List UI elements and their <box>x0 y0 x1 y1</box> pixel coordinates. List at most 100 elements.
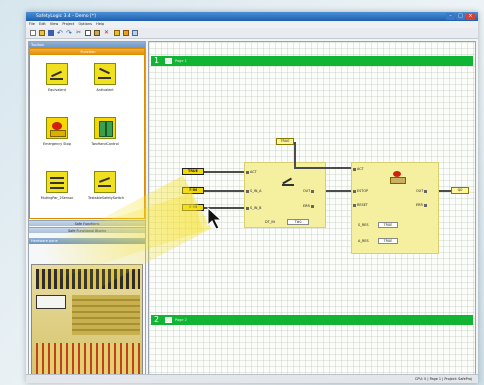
maximize-button[interactable]: □ <box>456 13 465 20</box>
new-icon[interactable] <box>30 30 36 36</box>
status-bar: CPU: 0 | Page 1 | Project: SafeProj <box>26 374 478 383</box>
function-label: MutingPar_2Sensor <box>40 196 74 200</box>
pin-label: ERR <box>416 203 423 207</box>
function-item-equivalent[interactable]: Equivalent <box>40 63 74 107</box>
page-1-header[interactable]: 1 Page 1 <box>151 56 473 66</box>
function-label: Emergency Stop <box>43 142 71 146</box>
pin-in: S_IN_B <box>245 206 261 210</box>
function-block-2[interactable]: ACT ESTOP RESET OUT ERR S_RES TRUE A_RES… <box>351 162 439 254</box>
terminal-strip <box>36 269 140 289</box>
function-label: Equivalent <box>48 88 66 92</box>
function-item-muting[interactable]: MutingPar_2Sensor <box>40 171 74 215</box>
page-name: Page 1 <box>175 59 187 63</box>
param-value-field[interactable]: TRUE <box>378 238 398 244</box>
open-icon[interactable] <box>39 30 45 36</box>
menu-edit[interactable]: Edit <box>39 22 46 26</box>
page-2-header[interactable]: 2 Page 2 <box>151 315 473 325</box>
function-label: TwoHandControl <box>91 142 119 146</box>
undo-icon[interactable]: ↶ <box>57 30 63 37</box>
page-icon <box>165 317 172 323</box>
tab-safe-functional-blocks[interactable]: Safe Functional Blocks <box>29 227 145 233</box>
function-library: Function Equivalent Antivalent Emergency… <box>29 48 145 219</box>
wire <box>294 167 351 169</box>
page-icon <box>165 58 172 64</box>
page-number: 1 <box>154 56 160 65</box>
copy-icon[interactable] <box>85 30 91 36</box>
title-bar: SafetyLogic 3.4 - Demo [*] <box>26 12 478 21</box>
menu-options[interactable]: Options <box>78 22 92 26</box>
emergency-stop-icon <box>46 117 68 139</box>
pin-out: ERR <box>416 203 428 207</box>
toolbar: ↶ ↷ ✂ ✕ <box>26 28 478 39</box>
tag-input-a[interactable]: TRUE <box>182 168 204 175</box>
function-label: TestableSafetySwitch <box>88 196 124 200</box>
wire <box>204 171 244 173</box>
mouse-cursor-icon <box>207 207 223 230</box>
status-text: CPU: 0 | Page 1 | Project: SafeProj <box>415 377 472 381</box>
muting-icon <box>46 171 68 193</box>
paste-icon[interactable] <box>94 30 100 36</box>
pin-label: RESET <box>357 203 368 207</box>
wire <box>204 190 244 192</box>
hardware-header: Hardware pane <box>29 238 145 244</box>
antivalent-switch-icon <box>94 63 116 85</box>
pin-label: ERR <box>303 204 310 208</box>
function-header: Function <box>30 49 144 55</box>
pin-label: ESTOP <box>357 189 369 193</box>
monitor-icon[interactable] <box>132 30 138 36</box>
pin-label: ACT <box>357 167 364 171</box>
pin-label: S_IN_B <box>250 206 262 210</box>
window-title: SafetyLogic 3.4 - Demo [*] <box>36 14 96 19</box>
param-value-field[interactable]: TRUE <box>378 222 398 228</box>
param-label: A_RES <box>358 239 369 243</box>
function-label: Antivalent <box>96 88 114 92</box>
pin-out: ERR <box>303 204 315 208</box>
device-logo <box>36 295 66 309</box>
tag-true-top[interactable]: TRUE <box>276 138 294 145</box>
function-item-two-hand-control[interactable]: TwoHandControl <box>88 117 122 161</box>
param-value-field[interactable]: T#0 <box>287 219 309 225</box>
wire <box>439 190 451 192</box>
function-item-emergency-stop[interactable]: Emergency Stop <box>40 117 74 161</box>
device-body <box>72 295 140 335</box>
function-item-testable-switch[interactable]: TestableSafetySwitch <box>88 171 124 215</box>
tab-safe-functions[interactable]: Safe Functions <box>29 220 145 226</box>
function-item-antivalent[interactable]: Antivalent <box>88 63 122 107</box>
save-icon[interactable] <box>48 30 54 36</box>
download-icon[interactable] <box>123 30 129 36</box>
menu-view[interactable]: View <box>50 22 58 26</box>
cut-icon[interactable]: ✂ <box>76 30 82 36</box>
pin-label: S_IN_A <box>250 189 262 193</box>
toolbox-panel: Toolbox Function Equivalent Antivalent E… <box>28 41 146 381</box>
equivalent-switch-icon <box>46 63 68 85</box>
menu-project[interactable]: Project <box>62 22 74 26</box>
close-button[interactable]: × <box>466 13 475 20</box>
switch-icon <box>281 177 297 187</box>
pin-in: ESTOP <box>352 189 368 193</box>
pin-out: OUT <box>416 189 428 193</box>
tag-input-c[interactable]: E-IN <box>182 204 204 211</box>
minimize-button[interactable]: – <box>446 13 455 20</box>
emergency-stop-icon <box>390 171 406 184</box>
application-window: SafetyLogic 3.4 - Demo [*] – □ × File Ed… <box>26 12 478 383</box>
page-name: Page 2 <box>175 318 187 322</box>
redo-icon[interactable]: ↷ <box>66 30 72 37</box>
compile-icon[interactable] <box>114 30 120 36</box>
hardware-image <box>31 264 143 379</box>
two-hand-control-icon <box>94 117 116 139</box>
menu-help[interactable]: Help <box>96 22 104 26</box>
tag-output[interactable]: Q0 <box>451 187 469 194</box>
function-block-1[interactable]: ACT S_IN_A S_IN_B OUT ERR DT_IN T#0 <box>244 162 326 228</box>
logic-canvas[interactable]: 1 Page 1 TRUE TRUE E-IN E-IN ACT S_IN_A … <box>38 41 476 381</box>
testable-switch-icon <box>94 171 116 193</box>
wire <box>294 142 296 167</box>
pin-in: ACT <box>245 170 257 174</box>
pin-in: ACT <box>352 167 364 171</box>
menu-file[interactable]: File <box>29 22 35 26</box>
pin-in: S_IN_A <box>245 189 261 193</box>
tag-input-b[interactable]: E-IN <box>182 187 204 194</box>
pin-label: OUT <box>303 189 311 193</box>
menu-bar: File Edit View Project Options Help <box>26 21 478 28</box>
param-label: DT_IN <box>265 220 275 224</box>
delete-icon[interactable]: ✕ <box>104 30 110 36</box>
